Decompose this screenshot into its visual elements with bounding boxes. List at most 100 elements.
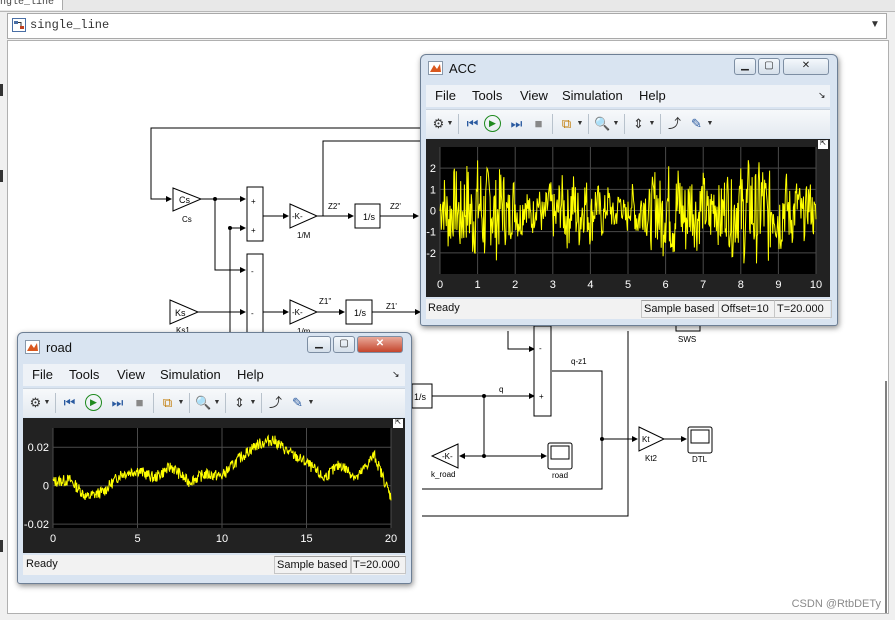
road-plot-panel: ⇱ 0 5 10 15 20 0.02 0 -0.02 [23, 418, 405, 553]
acc-x-tick-label: 8 [738, 279, 744, 291]
maximize-button[interactable]: ▢ [333, 336, 355, 353]
undock-plot-icon[interactable]: ⇱ [818, 140, 828, 149]
acc-x-tick-label: 1 [475, 279, 481, 291]
acc-x-tick-label: 10 [810, 279, 822, 291]
run-icon[interactable]: ▶ [484, 115, 501, 132]
minimize-button[interactable]: ▁ [307, 336, 331, 353]
menu-file[interactable]: File [435, 88, 456, 103]
settings-gear-icon[interactable]: ⚙ [430, 115, 447, 132]
chevron-down-icon[interactable]: ▼ [43, 394, 51, 411]
maximize-button[interactable]: ▢ [758, 58, 780, 75]
status-time: T=20.000 [350, 556, 406, 574]
menu-view[interactable]: View [520, 88, 548, 103]
road-toolbar: ⚙ ▼ ⏮ ▶ ⏭ ■ ⧉ ▼ 🔍 ▼ ⇕ ▼ ⤴ ✎ ▼ [23, 388, 405, 417]
menu-tools[interactable]: Tools [472, 88, 502, 103]
acc-titlebar[interactable]: ACC ▁ ▢ ✕ [421, 55, 837, 81]
acc-x-tick-label: 2 [512, 279, 518, 291]
road-x-tick-label: 0 [50, 533, 56, 545]
status-offset: Offset=10 [718, 300, 775, 318]
int1-text: 1/s [363, 212, 376, 222]
model-icon [12, 18, 26, 32]
sws-scope-label: SWS [678, 335, 696, 344]
acc-x-tick-label: 0 [437, 279, 443, 291]
menu-view[interactable]: View [117, 367, 145, 382]
acc-y-tick-label: 1 [430, 184, 436, 196]
chevron-down-icon[interactable]: ▼ [307, 394, 315, 411]
acc-plot-panel: ⇱ 0 1 2 3 4 5 6 7 8 9 10 2 1 0 -1 -2 [426, 139, 830, 297]
close-button[interactable]: ✕ [357, 336, 403, 353]
zoom-in-icon[interactable]: 🔍 [195, 394, 212, 411]
chevron-down-icon[interactable]: ▼ [866, 15, 884, 35]
run-icon[interactable]: ▶ [85, 394, 102, 411]
matlab-logo-icon [428, 61, 443, 75]
model-path-bar[interactable]: single_line ▼ [7, 13, 887, 39]
road-scope-label: road [552, 471, 568, 480]
road-y-tick-label: 0 [43, 481, 49, 493]
restore-view-icon[interactable]: ⤴ [666, 115, 683, 132]
road-titlebar[interactable]: road ▁ ▢ ✕ [18, 333, 411, 359]
chevron-down-icon[interactable]: ▼ [648, 115, 656, 132]
zoom-in-icon[interactable]: 🔍 [594, 115, 611, 132]
cs-gain-text: Cs [179, 195, 190, 205]
road-statusbar: Ready Sample based T=20.000 [23, 555, 406, 575]
edge-marker [0, 84, 3, 96]
sum1-sign-a: + [251, 197, 256, 206]
signal-z1dd: Z1'' [319, 297, 332, 306]
chevron-down-icon[interactable]: ▼ [446, 115, 454, 132]
acc-y-tick-label: -2 [426, 248, 436, 260]
acc-x-tick-label: 6 [663, 279, 669, 291]
chevron-down-icon[interactable]: ▼ [213, 394, 221, 411]
undock-plot-icon[interactable]: ⇱ [393, 419, 403, 428]
restore-view-icon[interactable]: ⤴ [267, 394, 284, 411]
acc-toolbar: ⚙ ▼ ⏮ ▶ ⏭ ■ ⧉ ▼ 🔍 ▼ ⇕ ▼ ⤴ ✎ ▼ [426, 109, 830, 138]
edge-marker [0, 540, 3, 552]
acc-x-tick-label: 7 [700, 279, 706, 291]
stop-icon[interactable]: ■ [530, 115, 547, 132]
sum2-sign-a: - [251, 267, 254, 276]
int2-text: 1/s [354, 308, 367, 318]
close-button[interactable]: ✕ [783, 58, 829, 75]
style-edit-icon[interactable]: ✎ [289, 394, 306, 411]
menu-simulation[interactable]: Simulation [562, 88, 623, 103]
status-ready: Ready [26, 558, 58, 570]
dock-arrow-icon[interactable]: ↘ [818, 90, 826, 101]
road-plot[interactable]: 0 5 10 15 200.020-0.02 [23, 418, 405, 553]
minimize-button[interactable]: ▁ [734, 58, 756, 75]
sum1-sign-b: + [251, 226, 256, 235]
menu-help[interactable]: Help [237, 367, 264, 382]
step-forward-icon[interactable]: ⏭ [508, 115, 525, 132]
acc-scope-window[interactable]: ACC ▁ ▢ ✕ File Tools View Simulation Hel… [420, 54, 838, 326]
menu-help[interactable]: Help [639, 88, 666, 103]
step-forward-icon[interactable]: ⏭ [109, 394, 126, 411]
acc-x-tick-label: 3 [550, 279, 556, 291]
autoscale-icon[interactable]: ⇕ [630, 115, 647, 132]
settings-gear-icon[interactable]: ⚙ [27, 394, 44, 411]
highlight-block-icon[interactable]: ⧉ [159, 394, 176, 411]
chevron-down-icon[interactable]: ▼ [706, 115, 714, 132]
tab-single-line[interactable]: ngle_line [0, 0, 63, 10]
acc-plot[interactable]: 0 1 2 3 4 5 6 7 8 9 10210-1-2 [426, 139, 830, 297]
menu-tools[interactable]: Tools [69, 367, 99, 382]
road-y-tick-label: 0.02 [28, 442, 49, 454]
dock-arrow-icon[interactable]: ↘ [392, 369, 400, 380]
chevron-down-icon[interactable]: ▼ [177, 394, 185, 411]
menu-simulation[interactable]: Simulation [160, 367, 221, 382]
menu-file[interactable]: File [32, 367, 53, 382]
step-back-icon[interactable]: ⏮ [464, 115, 481, 132]
status-sample-mode: Sample based [641, 300, 719, 318]
stop-icon[interactable]: ■ [131, 394, 148, 411]
status-time: T=20.000 [774, 300, 832, 318]
chevron-down-icon[interactable]: ▼ [612, 115, 620, 132]
kt-gain-text: Kt [642, 435, 650, 444]
status-sample-mode: Sample based [274, 556, 352, 574]
highlight-block-icon[interactable]: ⧉ [558, 115, 575, 132]
road-scope-window[interactable]: road ▁ ▢ ✕ File Tools View Simulation He… [17, 332, 412, 584]
acc-y-tick-label: -1 [426, 227, 436, 239]
step-back-icon[interactable]: ⏮ [61, 394, 78, 411]
chevron-down-icon[interactable]: ▼ [576, 115, 584, 132]
autoscale-icon[interactable]: ⇕ [231, 394, 248, 411]
acc-x-tick-label: 4 [587, 279, 593, 291]
matlab-logo-icon [25, 340, 40, 354]
chevron-down-icon[interactable]: ▼ [249, 394, 257, 411]
style-edit-icon[interactable]: ✎ [688, 115, 705, 132]
